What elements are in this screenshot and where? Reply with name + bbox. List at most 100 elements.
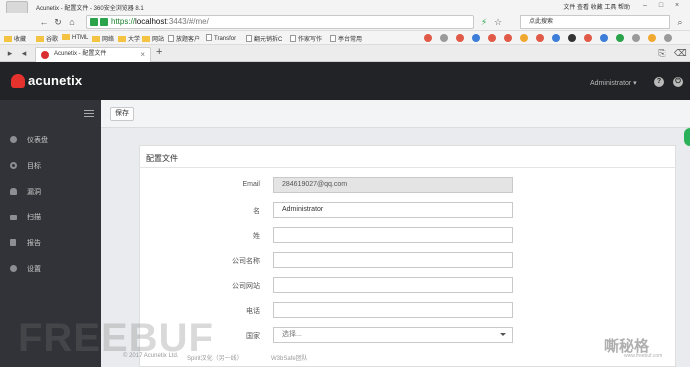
bookmark-item[interactable]: HTML bbox=[62, 34, 88, 41]
company-name-label: 公司名称 bbox=[232, 258, 260, 265]
history-icon[interactable]: ◂ bbox=[18, 47, 30, 59]
menu-collapse-icon[interactable] bbox=[84, 110, 94, 118]
trash-icon[interactable]: ⌫ bbox=[674, 47, 687, 59]
maximize-icon[interactable]: □ bbox=[656, 1, 666, 11]
report-icon bbox=[10, 239, 16, 246]
extension-icon[interactable] bbox=[456, 34, 464, 42]
panel-divider bbox=[139, 167, 676, 168]
extension-icon[interactable] bbox=[664, 34, 672, 42]
extension-icon[interactable] bbox=[424, 34, 432, 42]
bookmark-item[interactable]: 亭台常用 bbox=[330, 34, 362, 43]
star-icon[interactable]: ☆ bbox=[492, 16, 504, 28]
sidebar-item-targets[interactable]: 目标 bbox=[0, 159, 101, 173]
save-button[interactable]: 保存 bbox=[110, 107, 134, 121]
chevron-down-icon bbox=[500, 333, 506, 336]
extension-icon[interactable] bbox=[552, 34, 560, 42]
bookmark-item[interactable]: Transfor bbox=[206, 34, 236, 42]
sidebar-item-dashboard[interactable]: 仪表盘 bbox=[0, 133, 101, 147]
bookmark-item[interactable]: 大学 bbox=[118, 34, 140, 43]
power-icon[interactable]: ⏻ bbox=[673, 77, 683, 87]
page-icon bbox=[168, 35, 174, 42]
company-website-label: 公司网站 bbox=[232, 283, 260, 290]
page-icon bbox=[206, 34, 212, 41]
bookmarks-bar: 收藏 谷歌 HTML 网络 大学 网站 放题客户 Transfor 翻元销拆C … bbox=[0, 31, 690, 45]
back-icon[interactable]: ← bbox=[38, 16, 50, 28]
acunetix-favicon-icon bbox=[41, 51, 49, 59]
sidebar-item-vulnerabilities[interactable]: 漏洞 bbox=[0, 185, 101, 199]
extension-icon[interactable] bbox=[520, 34, 528, 42]
extension-icon[interactable] bbox=[488, 34, 496, 42]
folder-icon bbox=[118, 36, 126, 42]
bug-icon bbox=[10, 188, 17, 195]
extension-icon[interactable] bbox=[568, 34, 576, 42]
sidebar-item-settings[interactable]: 设置 bbox=[0, 262, 101, 276]
restore-tab-icon[interactable]: ⎘ bbox=[656, 47, 668, 59]
email-label: Email bbox=[242, 181, 260, 188]
extension-icon[interactable] bbox=[440, 34, 448, 42]
sidebar-item-reports[interactable]: 报告 bbox=[0, 236, 101, 250]
tab-label: Acunetix - 配置文件 bbox=[54, 51, 107, 57]
extension-icon[interactable] bbox=[648, 34, 656, 42]
bookmark-item[interactable]: 放题客户 bbox=[168, 34, 200, 43]
search-icon[interactable]: ⌕ bbox=[674, 16, 686, 28]
site-watermark-url: www.freebuf.com bbox=[624, 353, 663, 359]
target-icon bbox=[10, 162, 17, 169]
page-title: 配置文件 bbox=[146, 154, 178, 163]
lock-icon bbox=[100, 18, 108, 26]
close-window-icon[interactable]: × bbox=[672, 1, 682, 11]
extension-icon[interactable] bbox=[600, 34, 608, 42]
folder-icon bbox=[92, 36, 100, 42]
folder-icon bbox=[142, 36, 150, 42]
last-name-label: 姓 bbox=[253, 233, 260, 240]
page-icon bbox=[330, 35, 336, 42]
gear-icon bbox=[10, 265, 17, 272]
minimize-icon[interactable]: – bbox=[640, 1, 650, 11]
tab-acunetix[interactable]: Acunetix - 配置文件 × bbox=[35, 47, 151, 62]
country-select[interactable]: 选择... bbox=[273, 327, 513, 343]
bookmark-item[interactable]: 谷歌 bbox=[36, 34, 58, 43]
first-name-label: 名 bbox=[253, 208, 260, 215]
bookmark-item[interactable]: 作家写作 bbox=[290, 34, 322, 43]
phone-field[interactable] bbox=[273, 302, 513, 318]
help-icon[interactable]: ? bbox=[654, 77, 664, 87]
extension-icon[interactable] bbox=[504, 34, 512, 42]
speed-mode-icon[interactable]: ⚡ bbox=[478, 16, 490, 28]
bookmark-item[interactable]: 网络 bbox=[92, 34, 114, 43]
url-path: :3443/#/me/ bbox=[166, 17, 209, 26]
page-icon bbox=[246, 35, 252, 42]
tab-bar: ▸ ◂ Acunetix - 配置文件 × + ⎘ ⌫ bbox=[0, 45, 690, 62]
page-icon bbox=[290, 35, 296, 42]
browser-menu[interactable]: 文件 查看 收藏 工具 帮助 bbox=[563, 2, 630, 11]
browser-title-bar: Acunetix - 配置文件 - 360安全浏览器 8.1 文件 查看 收藏 … bbox=[0, 0, 690, 23]
home-icon[interactable]: ⌂ bbox=[66, 16, 78, 28]
acunetix-logo-icon bbox=[11, 74, 25, 88]
close-tab-icon[interactable]: × bbox=[140, 48, 145, 61]
last-name-field[interactable] bbox=[273, 227, 513, 243]
bookmark-item[interactable]: 收藏 bbox=[4, 34, 26, 43]
extension-icon[interactable] bbox=[616, 34, 624, 42]
star-folder-icon bbox=[4, 36, 12, 42]
user-menu[interactable]: Administrator ▾ bbox=[590, 79, 637, 87]
bookmark-item[interactable]: 翻元销拆C bbox=[246, 34, 282, 43]
first-name-field[interactable]: Administrator bbox=[273, 202, 513, 218]
bookmark-item[interactable]: 网站 bbox=[142, 34, 164, 43]
url-input[interactable]: https://localhost:3443/#/me/ bbox=[86, 15, 474, 29]
window-title: Acunetix - 配置文件 - 360安全浏览器 8.1 bbox=[36, 6, 144, 12]
freebuf-watermark: FREEBUF bbox=[18, 316, 214, 360]
new-tab-button[interactable]: + bbox=[156, 46, 162, 58]
chat-bubble-icon[interactable] bbox=[684, 128, 690, 146]
extension-icon[interactable] bbox=[584, 34, 592, 42]
sidebar-item-scans[interactable]: 扫描 bbox=[0, 210, 101, 224]
app-header bbox=[0, 62, 690, 100]
company-website-field[interactable] bbox=[273, 277, 513, 293]
extension-icon[interactable] bbox=[536, 34, 544, 42]
extension-icon[interactable] bbox=[472, 34, 480, 42]
address-bar: ← ↻ ⌂ https://localhost:3443/#/me/ ⚡ ☆ 点… bbox=[0, 13, 690, 31]
phone-label: 电话 bbox=[246, 308, 260, 315]
url-host: localhost bbox=[135, 17, 167, 26]
company-name-field[interactable] bbox=[273, 252, 513, 268]
sidebar-toggle-icon[interactable]: ▸ bbox=[4, 47, 16, 59]
reload-icon[interactable]: ↻ bbox=[52, 16, 64, 28]
search-input[interactable]: 点此搜索 bbox=[520, 15, 670, 29]
extension-icon[interactable] bbox=[632, 34, 640, 42]
